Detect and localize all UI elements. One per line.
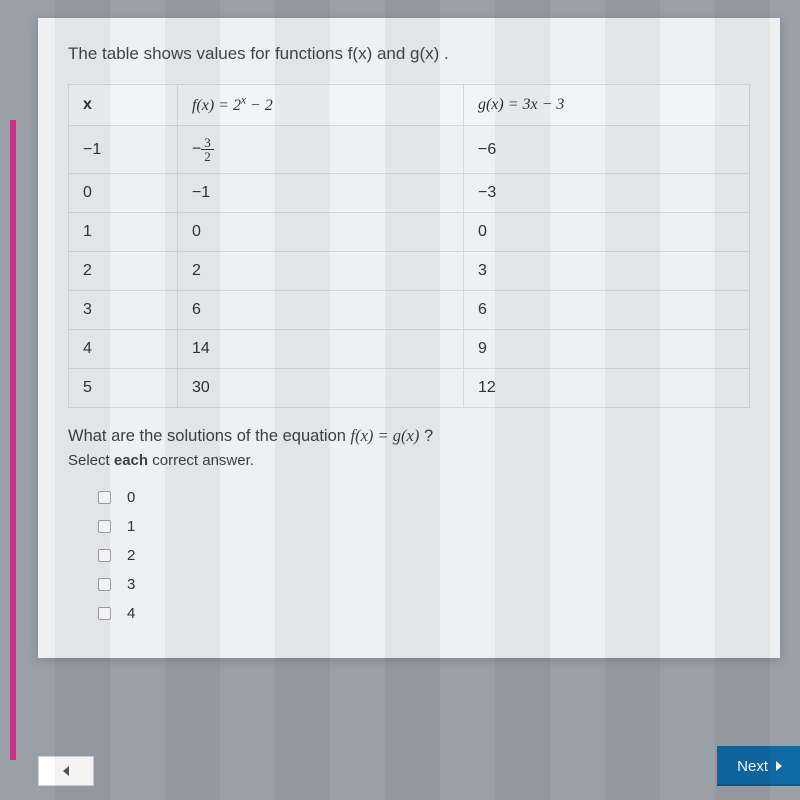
table-row: 4149 bbox=[69, 330, 750, 369]
col-header-x: x bbox=[69, 85, 178, 126]
prompt-text: The table shows values for functions f(x… bbox=[68, 44, 750, 64]
caret-right-icon bbox=[776, 761, 782, 771]
choice-row[interactable]: 0 bbox=[98, 483, 750, 512]
checkbox-icon[interactable] bbox=[98, 607, 111, 620]
next-button[interactable]: Next bbox=[717, 746, 800, 786]
choice-row[interactable]: 4 bbox=[98, 599, 750, 628]
table-row: 0−1−3 bbox=[69, 174, 750, 213]
choice-label: 1 bbox=[127, 518, 135, 535]
prompt-text-label: The table shows values for functions f(x… bbox=[68, 44, 449, 63]
question-text: What are the solutions of the equation f… bbox=[68, 426, 750, 446]
choice-label: 4 bbox=[127, 605, 135, 622]
left-accent-bar bbox=[10, 120, 16, 760]
table-row: 53012 bbox=[69, 369, 750, 408]
next-button-label: Next bbox=[737, 758, 768, 775]
table-row: −1 −32 −6 bbox=[69, 126, 750, 174]
back-button[interactable] bbox=[38, 756, 94, 786]
table-row: 366 bbox=[69, 291, 750, 330]
col-header-f: f(x) = 2x − 2 bbox=[177, 85, 463, 126]
choice-row[interactable]: 1 bbox=[98, 512, 750, 541]
choice-label: 3 bbox=[127, 576, 135, 593]
table-row: 223 bbox=[69, 252, 750, 291]
checkbox-icon[interactable] bbox=[98, 578, 111, 591]
checkbox-icon[interactable] bbox=[98, 549, 111, 562]
choice-row[interactable]: 3 bbox=[98, 570, 750, 599]
values-table: x f(x) = 2x − 2 g(x) = 3x − 3 −1 −32 −6 bbox=[68, 84, 750, 408]
caret-left-icon bbox=[63, 766, 69, 776]
choice-label: 2 bbox=[127, 547, 135, 564]
checkbox-icon[interactable] bbox=[98, 491, 111, 504]
question-card: The table shows values for functions f(x… bbox=[38, 18, 780, 658]
col-header-g: g(x) = 3x − 3 bbox=[463, 85, 749, 126]
choice-label: 0 bbox=[127, 489, 135, 506]
table-row: 100 bbox=[69, 213, 750, 252]
instruction-text: Select each correct answer. bbox=[68, 452, 750, 469]
checkbox-icon[interactable] bbox=[98, 520, 111, 533]
answer-choices: 0 1 2 3 4 bbox=[98, 483, 750, 628]
choice-row[interactable]: 2 bbox=[98, 541, 750, 570]
